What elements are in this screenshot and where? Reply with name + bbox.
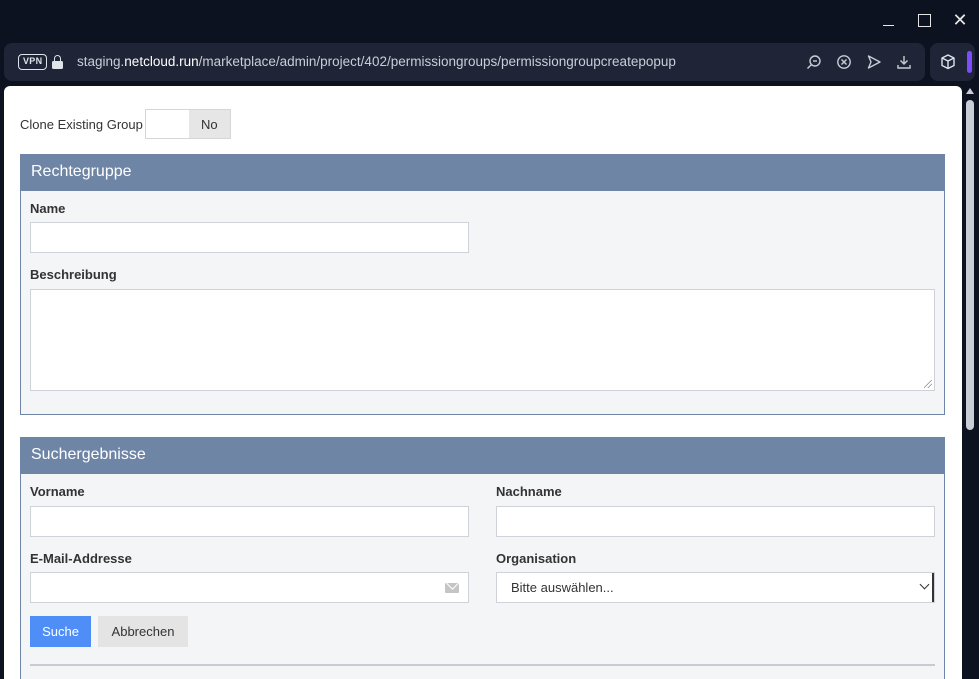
name-label: Name (30, 201, 66, 216)
envelope-icon (445, 583, 459, 593)
adblock-shield-icon[interactable] (835, 53, 853, 71)
search-button[interactable]: Suche (30, 616, 91, 647)
clone-group-row: Clone Existing Group No (20, 109, 231, 139)
email-input[interactable] (30, 572, 469, 603)
organisation-selected: Bitte auswählen... (511, 580, 614, 595)
lock-icon[interactable] (52, 55, 63, 69)
description-textarea[interactable] (30, 289, 935, 391)
organisation-select[interactable]: Bitte auswählen... (496, 572, 935, 603)
group-panel: Rechtegruppe Name Beschreibung (20, 154, 945, 415)
url-path: /marketplace/admin/project/402/permissio… (198, 54, 676, 69)
page-viewport: Clone Existing Group No Rechtegruppe Nam… (4, 86, 962, 679)
firstname-label: Vorname (30, 484, 85, 499)
url-text[interactable]: staging.netcloud.run/marketplace/admin/p… (77, 54, 676, 69)
download-icon[interactable] (895, 53, 913, 71)
lastname-input[interactable] (496, 506, 935, 537)
close-icon[interactable]: ✕ (948, 9, 972, 31)
vpn-badge[interactable]: VPN (18, 54, 48, 70)
page-scrollbar[interactable] (962, 86, 979, 679)
name-input[interactable] (30, 222, 469, 253)
toggle-knob (145, 110, 189, 138)
select-focus-edge (932, 573, 934, 602)
search-panel: Suchergebnisse Vorname Nachname E-Mail-A… (20, 437, 945, 679)
organisation-label: Organisation (496, 551, 577, 566)
group-panel-title: Rechtegruppe (21, 155, 944, 191)
minimize-icon[interactable] (876, 9, 900, 31)
address-bar[interactable]: VPN staging.netcloud.run/marketplace/adm… (4, 43, 925, 81)
search-panel-title: Suchergebnisse (21, 438, 944, 474)
scroll-thumb[interactable] (966, 100, 974, 430)
window-titlebar: ✕ (0, 0, 979, 40)
chevron-down-icon (919, 579, 930, 590)
description-label: Beschreibung (30, 267, 117, 282)
clone-label: Clone Existing Group (20, 116, 143, 132)
maximize-icon[interactable] (912, 9, 936, 31)
cancel-button[interactable]: Abbrechen (98, 616, 188, 647)
send-icon[interactable] (865, 53, 883, 71)
firstname-input[interactable] (30, 506, 469, 537)
lastname-label: Nachname (496, 484, 562, 499)
sidebar-accent-bar[interactable] (967, 51, 972, 73)
scroll-up-arrow-icon[interactable] (966, 88, 974, 94)
clone-toggle[interactable]: No (144, 109, 231, 139)
zoom-icon[interactable] (805, 53, 823, 71)
section-divider (30, 664, 935, 666)
cube-icon (939, 53, 957, 71)
resize-grip-icon[interactable] (924, 380, 932, 388)
extensions-button[interactable] (930, 43, 975, 81)
toggle-state: No (188, 110, 230, 138)
email-label: E-Mail-Addresse (30, 551, 132, 566)
url-prefix: staging. (77, 54, 125, 69)
url-host: netcloud.run (124, 54, 199, 69)
